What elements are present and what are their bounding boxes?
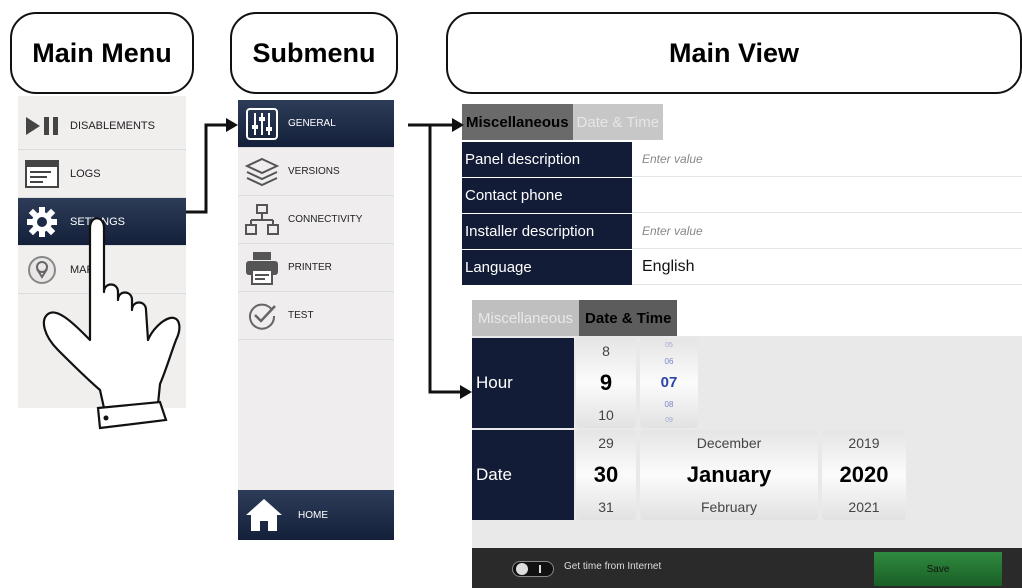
submenu-item-label: CONNECTIVITY xyxy=(288,214,363,225)
submenu-item-label: VERSIONS xyxy=(288,166,340,177)
settings-to-general-arrow xyxy=(186,123,230,214)
main-menu: DISABLEMENTS LOGS SETTINGS MAP xyxy=(18,96,186,408)
minute-next2: 09 xyxy=(665,416,673,424)
installer-description-field[interactable]: Enter value xyxy=(632,214,1022,249)
save-button[interactable]: Save xyxy=(874,552,1002,586)
main-view-header-label: Main View xyxy=(668,37,800,68)
minute-next: 08 xyxy=(664,399,674,409)
sliders-icon xyxy=(244,107,280,141)
submenu-item-label: PRINTER xyxy=(288,262,332,273)
month-next: February xyxy=(700,498,758,515)
installer-description-label: Installer description xyxy=(462,214,632,249)
submenu-item-connectivity[interactable]: CONNECTIVITY xyxy=(238,196,394,244)
minute-prev2: 05 xyxy=(665,342,673,350)
language-row: Language English xyxy=(462,250,1022,286)
submenu-item-general[interactable]: GENERAL xyxy=(238,100,394,148)
hour-label: Hour xyxy=(472,338,574,428)
language-label: Language xyxy=(462,250,632,285)
minute-picker[interactable]: 05 06 07 08 09 xyxy=(640,338,698,428)
check-circle-icon xyxy=(244,299,280,333)
date-label: Date xyxy=(472,430,574,520)
home-icon xyxy=(242,495,286,535)
play-pause-icon xyxy=(24,111,60,141)
language-select[interactable]: English xyxy=(632,250,1022,285)
hour-next: 10 xyxy=(598,406,614,423)
submenu-home-button[interactable]: HOME xyxy=(238,490,394,540)
day-picker[interactable]: 29 30 31 xyxy=(576,430,636,520)
internet-time-toggle[interactable] xyxy=(512,561,554,577)
misc-settings-panel: Miscellaneous Date & Time Panel descript… xyxy=(462,104,1022,286)
gear-icon xyxy=(24,206,60,237)
month-prev: December xyxy=(696,435,762,452)
year-prev: 2019 xyxy=(848,435,880,452)
arrowhead-icon xyxy=(460,385,472,399)
minute-prev: 06 xyxy=(664,357,674,367)
contact-phone-row: Contact phone xyxy=(462,178,1022,214)
month-current: January xyxy=(686,461,772,487)
submenu-item-printer[interactable]: PRINTER xyxy=(238,244,394,292)
contact-phone-field[interactable] xyxy=(632,178,1022,213)
day-next: 31 xyxy=(598,498,614,515)
submenu-home-label: HOME xyxy=(298,509,328,521)
year-next: 2021 xyxy=(848,498,880,515)
panel-description-label: Panel description xyxy=(462,142,632,177)
toggle-knob xyxy=(516,563,528,575)
toggle-bar xyxy=(539,565,541,573)
main-menu-item-label: MAP xyxy=(70,263,94,276)
hour-current: 9 xyxy=(599,369,613,395)
year-picker[interactable]: 2019 2020 2021 xyxy=(822,430,906,520)
minute-current: 07 xyxy=(660,374,678,392)
tab-date-time[interactable]: Date & Time xyxy=(572,104,664,140)
general-to-mainview-arrow xyxy=(408,123,462,394)
main-menu-item-label: LOGS xyxy=(70,167,101,180)
internet-time-label: Get time from Internet xyxy=(564,561,662,572)
arrowhead-icon xyxy=(226,118,238,132)
main-view-header: Main View xyxy=(446,12,1022,94)
submenu-item-label: TEST xyxy=(288,310,314,321)
day-prev: 29 xyxy=(598,435,614,452)
main-menu-header-label: Main Menu xyxy=(32,37,172,68)
submenu-header: Submenu xyxy=(230,12,398,94)
tab-miscellaneous[interactable]: Miscellaneous xyxy=(462,104,573,140)
main-menu-item-settings[interactable]: SETTINGS xyxy=(18,198,186,246)
map-pin-icon xyxy=(24,255,60,285)
date-time-footer: Get time from Internet Save xyxy=(472,548,1022,588)
submenu-item-test[interactable]: TEST xyxy=(238,292,394,340)
main-menu-item-map[interactable]: MAP xyxy=(18,246,186,294)
network-icon xyxy=(244,203,280,237)
date-time-panel: Miscellaneous Date & Time Hour 8 9 10 05… xyxy=(472,300,1022,588)
main-menu-item-label: DISABLEMENTS xyxy=(70,119,155,132)
save-button-label: Save xyxy=(926,563,950,575)
submenu-item-versions[interactable]: VERSIONS xyxy=(238,148,394,196)
hour-prev: 8 xyxy=(602,343,610,360)
panel-description-field[interactable]: Enter value xyxy=(632,142,1022,177)
year-current: 2020 xyxy=(839,461,889,487)
tab-date-time[interactable]: Date & Time xyxy=(579,300,678,336)
tab-miscellaneous[interactable]: Miscellaneous xyxy=(472,300,580,336)
panel-description-row: Panel description Enter value xyxy=(462,142,1022,178)
day-current: 30 xyxy=(593,461,619,487)
submenu-header-label: Submenu xyxy=(252,37,376,68)
main-menu-item-disablements[interactable]: DISABLEMENTS xyxy=(18,102,186,150)
window-log-icon xyxy=(24,159,60,189)
main-menu-header: Main Menu xyxy=(10,12,194,94)
hour-picker[interactable]: 8 9 10 xyxy=(576,338,636,428)
main-menu-item-logs[interactable]: LOGS xyxy=(18,150,186,198)
contact-phone-label: Contact phone xyxy=(462,178,632,213)
submenu: GENERAL VERSIONS CONNECTIVITY PRINTER TE… xyxy=(238,100,394,540)
submenu-item-label: GENERAL xyxy=(288,118,336,129)
main-menu-item-label: SETTINGS xyxy=(70,215,126,228)
printer-icon xyxy=(244,251,280,285)
layers-icon xyxy=(244,155,280,189)
month-picker[interactable]: December January February xyxy=(640,430,818,520)
installer-description-row: Installer description Enter value xyxy=(462,214,1022,250)
